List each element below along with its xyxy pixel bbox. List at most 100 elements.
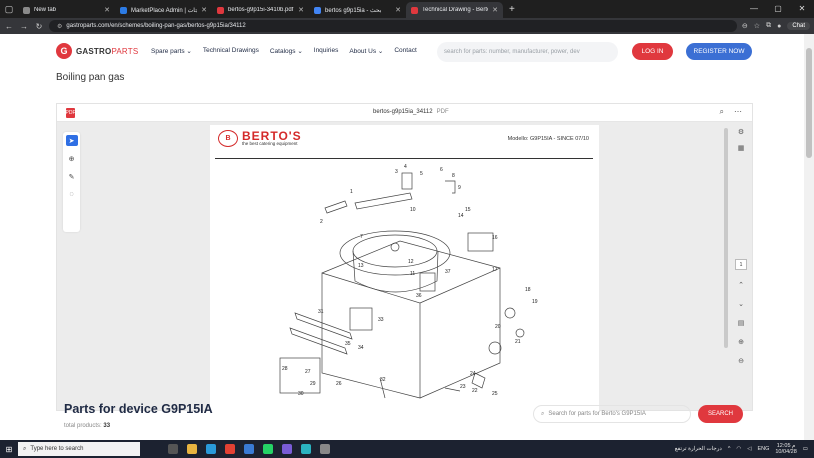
nav-catalogs[interactable]: Catalogs ⌄ [270,47,303,55]
app-icon[interactable] [320,444,330,454]
nav-about-us[interactable]: About Us ⌄ [349,47,383,55]
forward-icon[interactable]: → [19,22,29,31]
taskbar: ⊞ ⌕ Type here to search درجات الحرارة تر… [0,440,814,458]
url-field[interactable]: ⚙ gastroparts.com/en/schemes/boiling-pan… [49,20,737,32]
wifi-icon[interactable]: ◠ [736,446,741,452]
annotation-toolbar: ➤ ⊕ ✎ ◌ [63,132,80,232]
web-page: G GASTROPARTS Spare parts ⌄ Technical Dr… [0,34,804,440]
close-icon[interactable]: ✕ [395,6,401,14]
callout-18: 18 [525,287,531,293]
edge-icon[interactable] [206,444,216,454]
page-scrollbar[interactable] [804,34,814,440]
start-icon[interactable]: ⊞ [0,445,18,454]
main-nav: Spare parts ⌄ Technical Drawings Catalog… [151,47,417,55]
browser-tab[interactable]: bertos-g9p15i-3410b.pdf ✕ [212,2,309,18]
exploded-view-diagram: 1 2 3 4 5 6 7 8 9 10 11 12 13 14 15 16 1 [279,164,538,399]
weather-text[interactable]: درجات الحرارة ترتفع [675,446,722,452]
more-icon[interactable]: ⋯ [734,107,742,117]
maximize-icon[interactable]: ▢ [766,0,790,18]
zoom-in-icon[interactable]: ⊕ [738,338,744,346]
clock[interactable]: 12:05 م 10/04/28 [775,443,796,455]
tray-chevron-icon[interactable]: ^ [728,446,731,452]
notifications-icon[interactable]: ▭ [803,446,808,452]
settings-icon[interactable]: ⚙ [738,128,744,136]
window-controls: — ▢ ✕ [742,0,814,18]
extensions-icon[interactable]: ⧉ [766,22,771,30]
parts-search-button[interactable]: SEARCH [698,405,743,423]
minimize-icon[interactable]: — [742,0,766,18]
pdf-page: B BERTO'S the best catering equipment Mo… [210,125,599,412]
site-search-input[interactable]: search for parts: number, manufacturer, … [437,42,618,62]
body-top-edge [321,240,501,274]
site-logo[interactable]: G GASTROPARTS [56,43,138,59]
close-window-icon[interactable]: ✕ [790,0,814,18]
reload-icon[interactable]: ↻ [34,22,44,31]
taskbar-search-input[interactable]: ⌕ Type here to search [18,442,140,456]
nav-technical-drawings[interactable]: Technical Drawings [203,47,259,55]
feet-part [444,387,461,392]
valve [401,172,413,190]
browser-tab[interactable]: MarketPlace Admin | منتجات ✕ [115,2,212,18]
volume-icon[interactable]: ◁ [747,446,751,452]
register-button[interactable]: REGISTER NOW [686,43,752,60]
task-view-icon[interactable] [168,444,178,454]
whatsapp-icon[interactable] [263,444,273,454]
tab-title: bertos g9p15ia - بحث [325,7,382,14]
page-down-icon[interactable]: ⌄ [738,300,744,308]
chrome-icon[interactable] [225,444,235,454]
zoom-tool-icon[interactable]: ⊕ [66,153,78,164]
clock-date: 10/04/28 [775,449,797,455]
document-icon[interactable]: ▤ [738,319,745,327]
app-icon[interactable] [301,444,311,454]
select-cursor-icon[interactable]: ➤ [65,135,78,146]
close-icon[interactable]: ✕ [201,6,207,14]
back-icon[interactable]: ← [4,22,14,31]
chat-button[interactable]: Chat [787,22,810,30]
viewer-scrollbar[interactable] [724,126,729,410]
draw-pen-icon[interactable]: ✎ [66,171,78,182]
file-explorer-icon[interactable] [187,444,197,454]
site-info-icon[interactable]: ⚙ [57,23,62,30]
browser-tab[interactable]: New tab ✕ [18,2,115,18]
tab-favicon [23,6,30,14]
profile-icon[interactable]: ● [777,23,781,30]
bookmark-icon[interactable]: ☆ [754,22,760,30]
parts-search-placeholder: Search for parts for Berto's G9P15IA [548,411,646,417]
site-header: G GASTROPARTS Spare parts ⌄ Technical Dr… [0,34,804,70]
pipe-part [445,180,456,194]
callout-33: 33 [378,317,384,323]
page-number-field[interactable]: 1 [735,259,747,270]
browser-tab[interactable]: bertos g9p15ia - بحث ✕ [309,2,406,18]
share-icon[interactable]: ⊖ [742,22,748,30]
taskbar-search-placeholder: Type here to search [30,446,84,452]
lid-knob [390,242,400,252]
callout-8: 8 [452,173,455,179]
store-icon[interactable] [244,444,254,454]
header-rule [215,158,593,159]
fitting [515,328,525,338]
zoom-out-icon[interactable]: ⊖ [738,357,744,365]
close-icon[interactable]: ✕ [492,6,498,14]
language-indicator[interactable]: ENG [757,446,769,452]
search-icon[interactable]: ⌕ [720,107,724,117]
lasso-icon[interactable]: ◌ [66,189,78,200]
close-icon[interactable]: ✕ [104,6,110,14]
tab-search-icon[interactable]: ▢ [0,0,18,18]
nav-contact[interactable]: Contact [394,47,416,55]
tab-favicon [120,6,127,14]
new-tab-button[interactable]: + [503,4,521,15]
app-icon[interactable] [282,444,292,454]
url-text: gastroparts.com/en/schemes/boiling-pan-g… [66,23,246,29]
pdf-viewer: PDF bertos-g9p15ia_34112 PDF ⌕ ⋯ ➤ ⊕ ✎ ◌ … [56,103,753,412]
grid-icon[interactable]: ▦ [738,144,745,152]
login-button[interactable]: LOG IN [632,43,673,60]
nav-inquiries[interactable]: Inquiries [314,47,339,55]
close-icon[interactable]: ✕ [298,6,304,14]
nav-spare-parts[interactable]: Spare parts ⌄ [151,47,192,55]
browser-tab-active[interactable]: Technical Drawing - Berto's G9P1... ✕ [406,2,503,18]
page-up-icon[interactable]: ⌃ [738,281,744,289]
pdf-icon: PDF [65,108,76,118]
parts-search-input[interactable]: ⌕ Search for parts for Berto's G9P15IA [533,405,691,423]
callout-6: 6 [440,167,443,173]
callout-32: 32 [380,377,386,383]
